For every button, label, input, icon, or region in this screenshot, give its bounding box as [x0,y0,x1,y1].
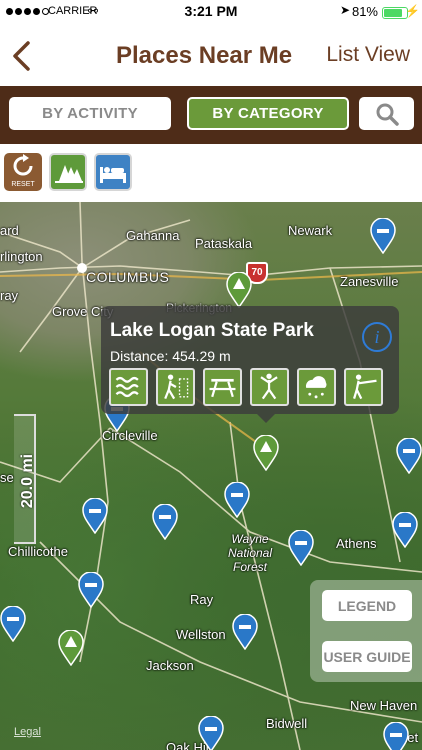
activity-icon-strip [109,368,391,406]
status-bar: CARRIER ⚯ 3:21 PM ➤ 81% ⚡ [0,0,422,24]
map-pin-lodging-icon[interactable] [396,438,422,474]
map-label-pataskala: Pataskala [195,236,253,251]
map-label-wellston: Wellston [176,627,226,642]
place-distance: Distance: 454.29 m [110,348,231,364]
map-label-se: se [0,470,14,485]
lodging-filter-button[interactable] [94,153,132,191]
info-button[interactable]: i [362,322,392,352]
navigation-bar: Places Near Me List View [0,28,422,84]
map-pin-camping-icon[interactable] [58,630,84,666]
map-pin-lodging-icon[interactable] [78,572,104,608]
map-label-new-haven: New Haven [350,698,418,713]
map-pin-lodging-icon[interactable] [383,722,409,750]
search-icon [376,103,399,126]
tent-icon [55,165,83,183]
user-guide-button[interactable]: USER GUIDE [322,641,412,672]
filter-bar: RESET [0,145,422,202]
picnic-icon [203,368,242,406]
map-label-chillicothe: Chillicothe [8,544,68,559]
map-pin-camping-icon[interactable] [226,272,252,308]
interstate-number: 70 [251,267,263,278]
map-label-wayne: Wayne National Forest [227,532,273,574]
map-pin-lodging-icon[interactable] [198,716,224,750]
legend-button[interactable]: LEGEND [322,590,412,621]
map-scale-bar: 20.0 mi [14,414,36,544]
map-label-jackson: Jackson [146,658,194,673]
map-pin-lodging-icon[interactable] [370,218,396,254]
reset-label: RESET [11,181,35,188]
map-pin-camping-selected-icon[interactable] [253,435,279,471]
hunting-icon [344,368,383,406]
hiking-icon [156,368,195,406]
map-label-bidwell: Bidwell [266,716,308,731]
reset-filter-button[interactable]: RESET [4,153,42,191]
segment-bar: BY ACTIVITY BY CATEGORY [0,86,422,144]
back-chevron-icon[interactable] [10,40,34,72]
map-label-arlington: rlington [0,249,43,264]
snow-icon [297,368,336,406]
play-icon [250,368,289,406]
legend-panel: LEGEND USER GUIDE [310,580,422,682]
map-view[interactable]: Gahanna Pataskala Newark ard rlington CO… [0,202,422,750]
page-title: Places Near Me [116,42,293,69]
search-button[interactable] [359,97,414,130]
map-pin-lodging-icon[interactable] [392,512,418,548]
map-pin-lodging-icon[interactable] [0,606,26,642]
map-label-ray-left: ray [0,288,19,303]
place-callout[interactable]: Lake Logan State Park Distance: 454.29 m… [101,306,399,423]
map-pin-lodging-icon[interactable] [82,498,108,534]
map-pin-lodging-icon[interactable] [288,530,314,566]
reset-icon [13,154,33,176]
place-name: Lake Logan State Park [110,320,314,341]
scale-label: 20.0 mi [19,453,36,509]
charging-icon: ⚡ [405,4,420,18]
map-label-zanesville: Zanesville [340,274,399,289]
camping-filter-button[interactable] [49,153,87,191]
location-arrow-icon: ➤ [339,3,350,17]
map-label-athens: Athens [336,536,377,551]
info-icon: i [374,327,380,347]
map-label-ard: ard [0,223,19,238]
callout-pointer [257,414,275,423]
by-activity-tab[interactable]: BY ACTIVITY [9,97,171,130]
list-view-button[interactable]: List View [326,43,410,67]
by-category-tab[interactable]: BY CATEGORY [187,97,349,130]
map-label-gahanna: Gahanna [126,228,180,243]
map-pin-lodging-icon[interactable] [152,504,178,540]
map-label-ray: Ray [190,592,214,607]
bed-icon [100,167,126,183]
map-pin-lodging-icon[interactable] [224,482,250,518]
map-label-newark: Newark [288,223,333,238]
battery-percent: 81% [351,4,378,19]
map-pin-lodging-icon[interactable] [232,614,258,650]
legal-link[interactable]: Legal [14,726,41,738]
water-icon [109,368,148,406]
map-label-columbus: COLUMBUS [86,269,170,285]
